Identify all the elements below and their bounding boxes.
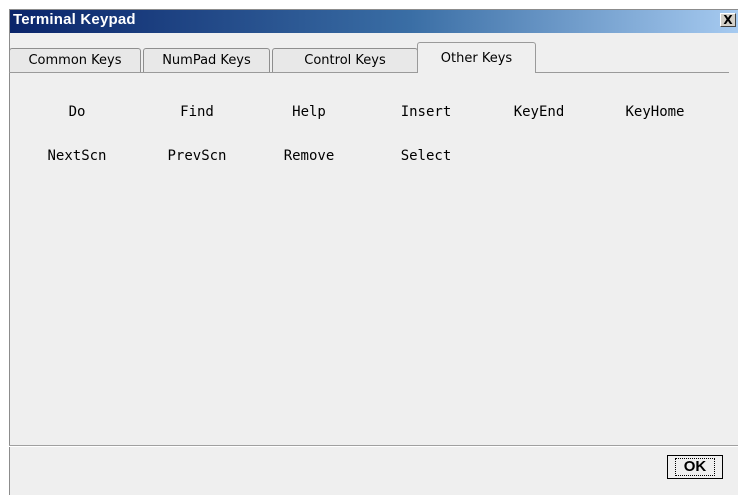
key-keyend-button[interactable]: KeyEnd [484, 104, 594, 120]
key-find-button[interactable]: Find [142, 104, 252, 120]
close-button[interactable]: X [720, 13, 736, 27]
terminal-keypad-dialog: Terminal Keypad X [9, 9, 738, 495]
key-keyhome-button[interactable]: KeyHome [600, 104, 710, 120]
tab-common-keys[interactable]: Common Keys [9, 48, 141, 72]
window-title: Terminal Keypad [13, 11, 136, 28]
tab-panel-border [9, 72, 729, 73]
key-insert-button[interactable]: Insert [371, 104, 481, 120]
ok-button-label: OK [674, 458, 716, 476]
key-help-button[interactable]: Help [254, 104, 364, 120]
key-do-button[interactable]: Do [22, 104, 132, 120]
key-nextscn-button[interactable]: NextScn [22, 148, 132, 164]
key-select-button[interactable]: Select [371, 148, 481, 164]
tab-other-keys[interactable]: Other Keys [417, 42, 536, 73]
title-bar: Terminal Keypad X [10, 10, 738, 33]
tab-numpad-keys[interactable]: NumPad Keys [143, 48, 270, 72]
key-remove-button[interactable]: Remove [254, 148, 364, 164]
key-prevscn-button[interactable]: PrevScn [142, 148, 252, 164]
tab-control-keys[interactable]: Control Keys [272, 48, 418, 72]
ok-button[interactable]: OK [667, 455, 723, 479]
tab-strip: Common Keys NumPad Keys Control Keys Oth… [9, 42, 709, 73]
